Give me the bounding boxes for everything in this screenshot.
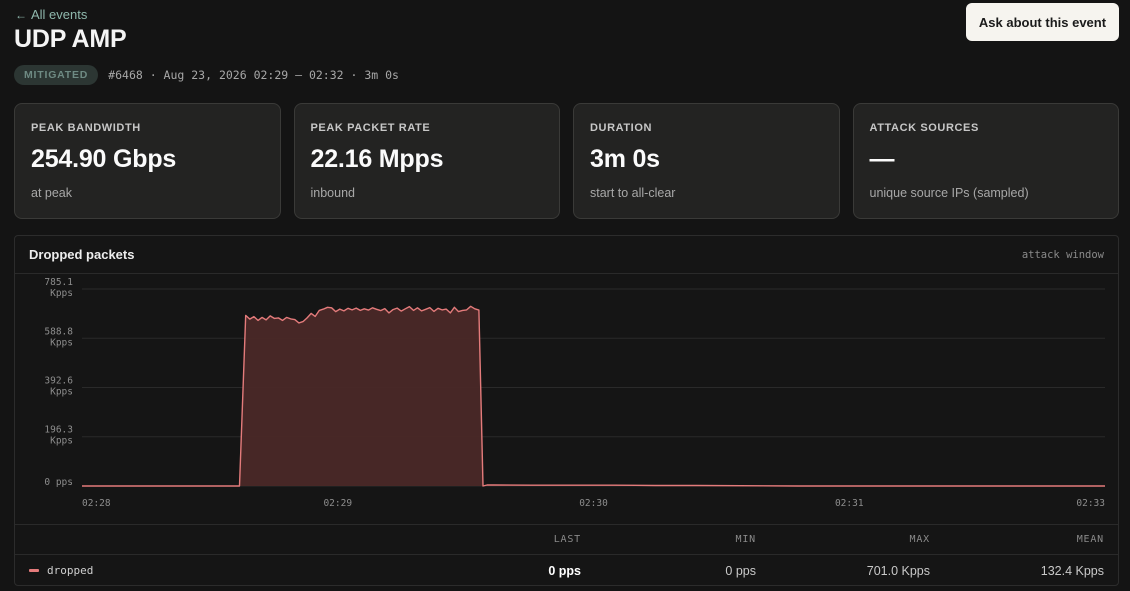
stats-header-mean: MEAN [1076,534,1104,545]
series-stats-table: LAST MIN MAX MEAN dropped 0 pps 0 pps 70… [15,524,1118,586]
x-tick-label: 02:31 [835,498,864,509]
event-meta-row: MITIGATED #6468 · Aug 23, 2026 02:29 – 0… [14,65,399,85]
series-swatch [29,569,39,572]
card-label: DURATION [590,122,653,134]
card-peak-packet-rate: PEAK PACKET RATE 22.16 Mpps inbound [293,103,560,219]
card-label: PEAK PACKET RATE [310,122,431,134]
card-sub: unique source IPs (sampled) [869,186,1029,200]
card-duration: DURATION 3m 0s start to all-clear [573,103,840,219]
chart-area[interactable]: 785.1 Kpps 588.8 Kpps 392.6 Kpps 196.3 Kpps 0 pp… [15,274,1118,524]
card-sub: start to all-clear [590,186,676,200]
back-link-all-events[interactable]: ← All events [15,7,87,22]
series-legend-dropped[interactable]: dropped [15,564,410,577]
card-sub: at peak [31,186,73,200]
card-value: — [869,145,895,173]
y-tick-label: 588.8 [44,326,73,337]
stats-header-min: MIN [735,534,756,545]
card-value: 22.16 Mpps [310,145,444,173]
y-tick-unit: Kpps [50,337,73,348]
x-tick-label: 02:29 [323,498,352,509]
dropped-packets-panel: Dropped packets attack window 785.1 Kpps 5… [14,235,1119,586]
series-name-label: dropped [47,564,94,577]
y-tick-label: 785.1 [44,277,73,288]
card-label: ATTACK SOURCES [869,122,979,134]
stats-header-max: MAX [909,534,930,545]
stat-min: 0 pps [725,563,756,578]
ask-about-event-button[interactable]: Ask about this event [966,3,1119,41]
event-meta-text: #6468 · Aug 23, 2026 02:29 – 02:32 · 3m … [108,68,399,82]
stats-header-last: LAST [553,534,581,545]
stat-last: 0 pps [548,563,581,578]
card-label: PEAK BANDWIDTH [31,122,141,134]
y-tick-unit: Kpps [50,436,73,447]
y-tick-label: 392.6 [44,375,73,386]
y-tick-unit: Kpps [50,386,73,397]
card-peak-bandwidth: PEAK BANDWIDTH 254.90 Gbps at peak [14,103,281,219]
panel-title: Dropped packets [29,247,135,262]
arrow-left-icon: ← [15,7,27,22]
x-tick-label: 02:28 [82,498,111,509]
stat-cards: PEAK BANDWIDTH 254.90 Gbps at peak PEAK … [14,103,1119,219]
card-attack-sources: ATTACK SOURCES — unique source IPs (samp… [852,103,1119,219]
y-tick-unit: Kpps [50,288,73,299]
card-value: 3m 0s [590,145,660,173]
panel-header: Dropped packets attack window [15,236,1118,274]
x-tick-label: 02:30 [579,498,608,509]
stat-max: 701.0 Kpps [866,563,930,578]
status-badge: MITIGATED [14,65,99,85]
table-row[interactable]: dropped 0 pps 0 pps 701.0 Kpps 132.4 Kpp… [15,555,1118,586]
stat-mean: 132.4 Kpps [1040,563,1104,578]
panel-hint: attack window [1021,248,1104,261]
y-tick-label: 196.3 [44,425,73,436]
card-value: 254.90 Gbps [31,145,177,173]
card-sub: inbound [310,186,356,200]
series-area-dropped [82,306,1105,486]
x-tick-label: 02:33 [1076,498,1105,509]
page-title: UDP AMP [14,25,127,53]
dropped-packets-chart[interactable]: 785.1Kpps588.8Kpps392.6Kpps196.3Kpps0 pp… [15,274,1118,524]
y-tick-label: 0 pps [44,477,73,488]
stats-header-row: LAST MIN MAX MEAN [15,525,1118,555]
series-line-dropped [82,305,1105,487]
back-link-label: All events [31,7,88,22]
